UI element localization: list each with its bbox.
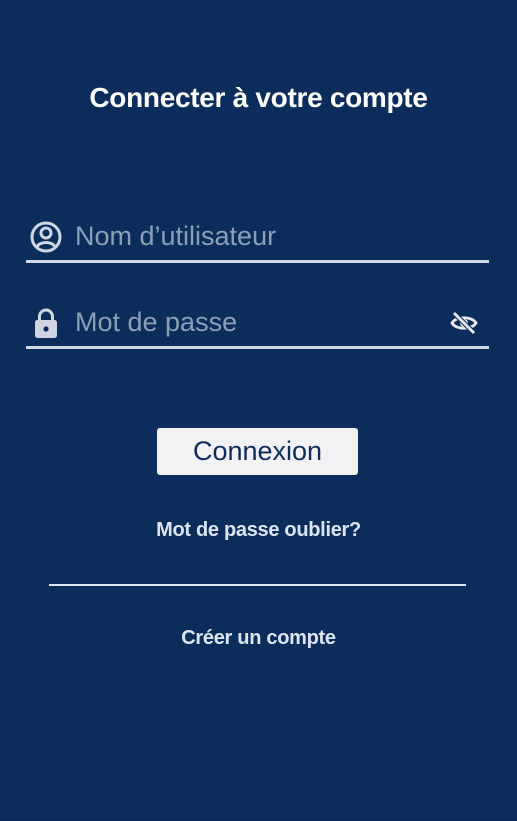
password-input[interactable] [75,302,447,343]
create-account-link[interactable]: Créer un compte [0,627,517,650]
login-button[interactable]: Connexion [157,428,358,475]
forgot-password-link[interactable]: Mot de passe oublier? [0,519,517,542]
username-input[interactable] [75,216,489,257]
username-field[interactable] [26,213,489,263]
lock-icon [28,305,64,341]
user-circle-icon [28,219,64,255]
eye-off-icon[interactable] [447,306,481,340]
password-field[interactable] [26,299,489,349]
divider [49,584,466,586]
page-title: Connecter à votre compte [89,82,428,113]
